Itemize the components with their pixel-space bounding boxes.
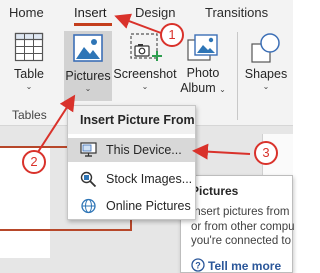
- callout-marker-2: 2: [22, 150, 46, 174]
- callout-arrow-1: [114, 13, 162, 34]
- annotation-arrows: [37, 13, 251, 160]
- callout-arrow-3: [192, 143, 251, 160]
- callout-arrow-2: [37, 94, 76, 153]
- callout-marker-3: 3: [254, 141, 278, 165]
- callout-marker-1: 1: [160, 23, 184, 47]
